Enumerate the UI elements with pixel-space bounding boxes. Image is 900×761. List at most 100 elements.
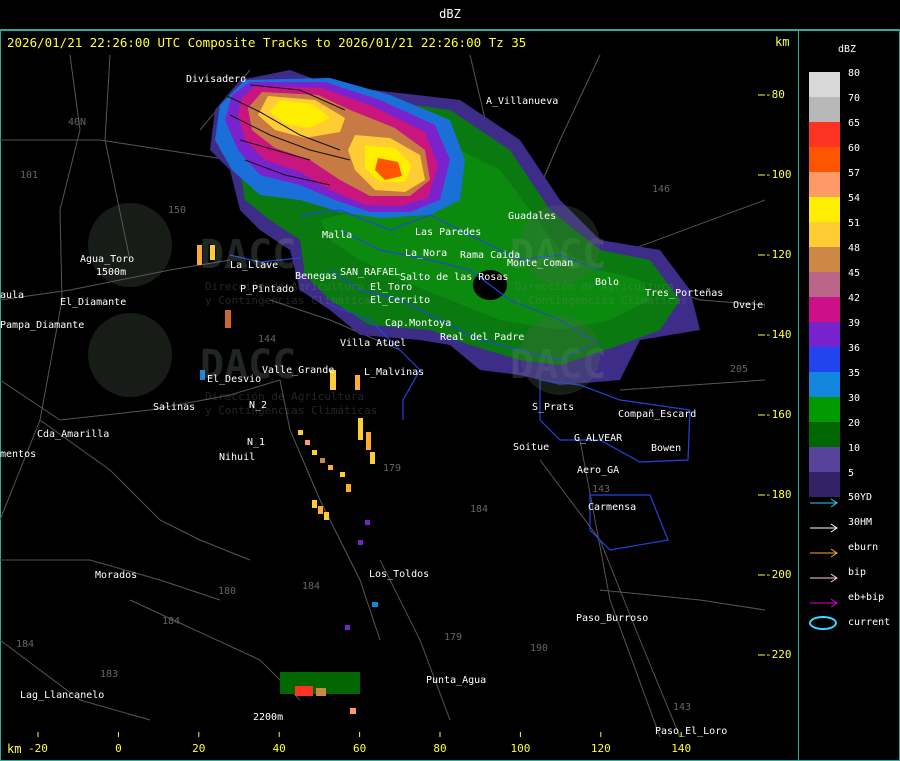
y-tick-label: -160: [765, 408, 792, 421]
legend-level-label: 51: [848, 218, 861, 229]
legend-swatch: [809, 322, 840, 347]
legend-swatch: [809, 297, 840, 322]
road-number: 184: [302, 581, 320, 592]
legend-swatch: [809, 222, 840, 247]
place-label: Salto de las Rosas: [400, 272, 508, 283]
place-label: P_Pintado: [240, 284, 294, 295]
place-label: N_2: [249, 400, 267, 411]
watermark-line1: Dirección de Agricultura: [205, 390, 364, 403]
track-legend-label: 30HM: [848, 517, 873, 528]
place-label: S_Prats: [532, 402, 574, 413]
place-label: Cap.Montoya: [385, 318, 451, 329]
place-label: Los_Toldos: [369, 569, 429, 580]
track-arrow-icon: [809, 493, 839, 508]
legend-level-label: 20: [848, 418, 861, 429]
legend-level-label: 30: [848, 393, 861, 404]
track-arrow-icon: [809, 518, 839, 533]
legend-level-label: 36: [848, 343, 861, 354]
place-label: N_1: [247, 437, 265, 448]
legend-level-label: 35: [848, 368, 861, 379]
road-number: 183: [100, 669, 118, 680]
legend-level-label: 70: [848, 93, 861, 104]
place-label: Las Paredes: [415, 227, 481, 238]
road-number: 150: [168, 205, 186, 216]
road-number: 184: [162, 616, 180, 627]
place-label: El_Desvio: [207, 374, 261, 385]
track-arrow-icon: [809, 568, 839, 583]
y-tick-label: -220: [765, 648, 792, 661]
track-arrow-icon: [809, 543, 839, 558]
place-label: Benegas: [295, 271, 337, 282]
road-number: 143: [673, 702, 691, 713]
x-tick-label: 80: [433, 742, 447, 755]
legend-level-label: 5: [848, 468, 855, 479]
road-number: 179: [444, 632, 462, 643]
place-label: SAN_RAFAEL: [340, 267, 400, 278]
time-header: 2026/01/21 22:26:00 UTC Composite Tracks…: [7, 35, 527, 50]
x-tick-label: 100: [510, 742, 531, 755]
watermark-brand: DACC: [200, 232, 296, 278]
legend-level-label: 45: [848, 268, 861, 279]
place-label: Tres_Porteñas: [645, 288, 723, 299]
track-arrow-icon: [809, 593, 839, 608]
road-number: 184: [470, 504, 488, 515]
track-legend-label: current: [848, 617, 891, 628]
road-number: 179: [383, 463, 401, 474]
place-label: Soitue: [513, 442, 549, 453]
legend-level-label: 57: [848, 168, 861, 179]
place-label: Agua_Toro: [80, 254, 134, 265]
place-label: Divisadero: [186, 74, 246, 85]
place-label: Nihuil: [219, 452, 255, 463]
place-label: El_Toro: [370, 282, 412, 293]
x-tick-label: 40: [272, 742, 286, 755]
road-number: 180: [218, 586, 236, 597]
place-label: Guadales: [508, 211, 556, 222]
legend-swatch: [809, 397, 840, 422]
radar-map[interactable]: 40N 101 150 146 144 179 184 143 205 180 …: [0, 55, 765, 737]
legend-swatch: [809, 122, 840, 147]
place-label: La_Nora: [405, 248, 447, 259]
window-title: dBZ: [439, 7, 461, 21]
road-number: 101: [20, 170, 38, 181]
legend-level-label: 65: [848, 118, 861, 129]
place-label: 2200m: [253, 712, 283, 723]
y-tick-label: -200: [765, 568, 792, 581]
legend-swatch: [809, 172, 840, 197]
x-tick-label: 0: [115, 742, 122, 755]
place-label: Real del Padre: [440, 332, 524, 343]
legend-swatch: [809, 247, 840, 272]
window-title-bar: dBZ: [0, 0, 900, 30]
legend-swatch: [809, 372, 840, 397]
place-label: Salinas: [153, 402, 195, 413]
place-label: Morados: [95, 570, 137, 581]
road-number: 143: [592, 484, 610, 495]
track-legend-label: bip: [848, 567, 867, 578]
track-legend-label: eb+bip: [848, 592, 885, 603]
place-label: El_Cerrito: [370, 295, 430, 306]
place-label: aula: [0, 290, 24, 301]
place-label: Malla: [322, 230, 352, 241]
x-axis: [37, 732, 682, 737]
track-legend-label: 50YD: [848, 492, 873, 503]
place-label: Bolo: [595, 277, 619, 288]
x-tick-label: 140: [671, 742, 692, 755]
place-label: Compañ_Escard: [618, 409, 696, 420]
place-label: Rama Caida: [460, 250, 520, 261]
watermark-line2: y Contingencias Climáticas: [205, 404, 377, 417]
legend-level-label: 42: [848, 293, 861, 304]
current-ellipse-icon: [809, 616, 837, 630]
road-number: 184: [16, 639, 34, 650]
place-label: Bowen: [651, 443, 681, 454]
place-label: La_Llave: [230, 260, 278, 271]
x-tick-label: 60: [352, 742, 367, 755]
place-label: G_ALVEAR: [574, 433, 623, 444]
watermark-brand: DACC: [510, 232, 606, 278]
place-label: Ovejero: [733, 300, 765, 311]
legend-swatch: [809, 197, 840, 222]
place-label: Carmensa: [588, 502, 636, 513]
road-number: 146: [652, 184, 670, 195]
legend-swatch: [809, 147, 840, 172]
legend-swatch: [809, 447, 840, 472]
y-axis-unit: km: [775, 35, 790, 49]
road-number: 40N: [68, 117, 86, 128]
